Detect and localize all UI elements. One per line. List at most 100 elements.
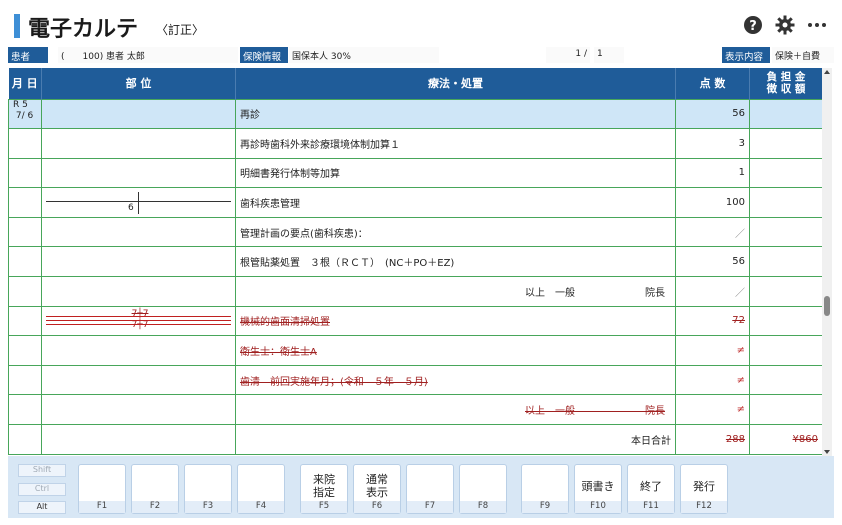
f12-number: F12 (681, 501, 727, 513)
exit-button[interactable]: 終了 F11 (627, 464, 675, 514)
row-burden (749, 187, 822, 218)
table-row[interactable]: 以上 一般 院長 ／ (8, 276, 822, 307)
patient-name[interactable]: ( 100) 患者 太郎 (58, 47, 238, 63)
tooth-chart-vline (138, 192, 139, 215)
row-points: ≠ (675, 364, 750, 396)
row-date (8, 216, 42, 248)
ctrl-key: Ctrl (18, 483, 66, 496)
f7-key[interactable]: F7 (406, 464, 454, 514)
page-current: 1 / (546, 47, 590, 63)
shift-key: Shift (18, 464, 66, 477)
row-burden (749, 98, 822, 130)
row-site (41, 157, 236, 189)
svg-text:?: ? (749, 19, 757, 34)
table-row[interactable]: 管理計画の要点(歯科疾患)： ／ (8, 216, 822, 248)
row-treatment: 明細書発行体制等加算 (235, 157, 676, 189)
row-burden (749, 305, 822, 337)
row-treatment: 再診 (235, 98, 676, 130)
scroll-up-icon[interactable] (824, 70, 830, 74)
row-points: 72 (675, 305, 750, 337)
row-date (8, 305, 42, 337)
row-points: ／ (675, 216, 750, 248)
scroll-down-icon[interactable] (824, 450, 830, 454)
more-dots-icon[interactable] (806, 14, 828, 36)
table-row[interactable]: 根管貼薬処置 ３根（ＲＣＴ） (NC＋PO＋EZ) 56 (8, 246, 822, 278)
table-row[interactable]: 本日合計 288 ¥860 (8, 424, 822, 455)
f9-key[interactable]: F9 (521, 464, 569, 514)
row-treatment: 以上 一般 院長 (235, 394, 676, 426)
patient-info-bar: 患者 ( 100) 患者 太郎 保険情報 国保本人 30% 1 / 1 表示内容… (8, 45, 834, 65)
strike-line (46, 323, 231, 325)
f11-number: F11 (628, 501, 674, 513)
row-treatment: 歯科疾患管理 (235, 187, 676, 218)
f8-key[interactable]: F8 (459, 464, 507, 514)
display-label: 表示内容 (722, 47, 770, 63)
table-row[interactable]: R 5 7/ 6 再診 56 (8, 98, 822, 130)
row-date (8, 128, 42, 159)
row-points: ≠ (675, 394, 750, 426)
table-row[interactable]: 明細書発行体制等加算 1 (8, 157, 822, 189)
visit-designate-button[interactable]: 来院 指定 F5 (300, 464, 348, 514)
row-site (41, 216, 236, 248)
table-row[interactable]: 衛生士：衛生士A ≠ (8, 335, 822, 366)
header-date: 月 日 (8, 68, 42, 99)
f4-key[interactable]: F4 (237, 464, 285, 514)
header-points: 点 数 (675, 68, 750, 99)
row-date (8, 335, 42, 366)
f6-label: 通常 表示 (366, 473, 388, 499)
display-value[interactable]: 保険＋自費 (772, 47, 834, 63)
f2-key[interactable]: F2 (131, 464, 179, 514)
f7-number: F7 (407, 501, 453, 513)
f11-label: 終了 (640, 480, 662, 493)
strike-line (46, 315, 231, 317)
normal-display-button[interactable]: 通常 表示 F6 (353, 464, 401, 514)
f2-number: F2 (132, 501, 178, 513)
f10-number: F10 (575, 501, 621, 513)
row-date (8, 276, 42, 307)
row-date (8, 424, 42, 455)
row-points: 56 (675, 246, 750, 278)
row-date (8, 246, 42, 278)
f3-key[interactable]: F3 (184, 464, 232, 514)
issue-button[interactable]: 発行 F12 (680, 464, 728, 514)
row-treatment: 管理計画の要点(歯科疾患)： (235, 216, 676, 248)
alt-key: Alt (18, 501, 66, 514)
table-row[interactable]: 再診時歯科外来診療環境体制加算１ 3 (8, 128, 822, 159)
f9-number: F9 (522, 501, 568, 513)
header-write-button[interactable]: 頭書き F10 (574, 464, 622, 514)
row-points: 56 (675, 98, 750, 130)
row-points: 1 (675, 157, 750, 189)
scroll-thumb[interactable] (824, 296, 830, 316)
insurance-value[interactable]: 国保本人 30% (289, 47, 439, 63)
f4-number: F4 (238, 501, 284, 513)
row-burden (749, 157, 822, 189)
gear-icon[interactable] (774, 14, 796, 36)
help-circle-icon[interactable]: ? (742, 14, 764, 36)
row-points: ≠ (675, 335, 750, 366)
table-row[interactable]: 以上 一般 院長 ≠ (8, 394, 822, 426)
table-row[interactable]: 6 歯科疾患管理 100 (8, 187, 822, 218)
row-treatment: 根管貼薬処置 ３根（ＲＣＴ） (NC＋PO＋EZ) (235, 246, 676, 278)
vertical-scrollbar[interactable] (822, 68, 832, 456)
header-treatment: 療法・処置 (235, 68, 676, 99)
table-row[interactable]: 7┼7 7┼7 機械的歯面清掃処置 72 (8, 305, 822, 337)
row-burden (749, 246, 822, 278)
row-burden (749, 128, 822, 159)
f1-number: F1 (79, 501, 125, 513)
f1-key[interactable]: F1 (78, 464, 126, 514)
f3-number: F3 (185, 501, 231, 513)
page-total: 1 (594, 47, 624, 63)
strike-line (46, 319, 231, 321)
title-bar: 電子カルテ 〈訂正〉 ? (8, 6, 834, 44)
row-site (41, 276, 236, 307)
row-site (41, 128, 236, 159)
header-site: 部 位 (41, 68, 236, 99)
row-site: 6 (41, 187, 236, 218)
row-date (8, 394, 42, 426)
row-treatment: 本日合計 (235, 424, 676, 455)
row-treatment: 以上 一般 院長 (235, 276, 676, 307)
table-row[interactable]: 歯清 前回実施年月；(令和 ５年 ５月) ≠ (8, 364, 822, 396)
title-accent-bar (14, 14, 20, 38)
f10-label: 頭書き (581, 480, 615, 493)
row-treatment: 歯清 前回実施年月；(令和 ５年 ５月) (235, 364, 676, 396)
